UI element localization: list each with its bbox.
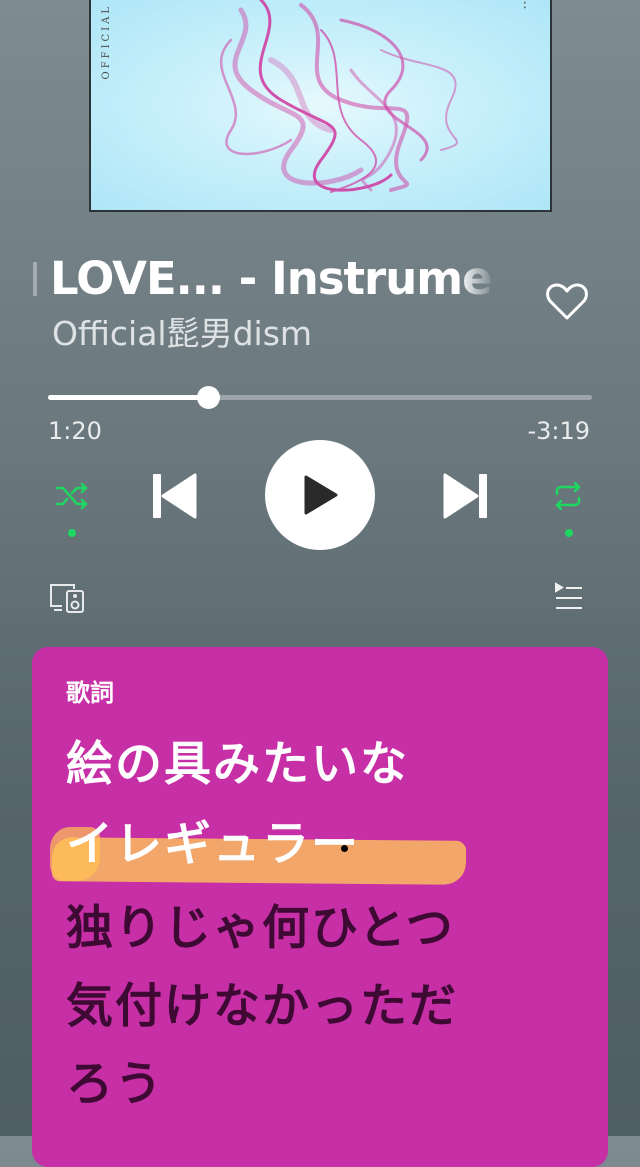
skip-next-icon [443,473,487,519]
devices-button[interactable] [48,582,86,614]
lyrics-heading: 歌詞 [66,679,114,707]
repeat-icon [555,482,581,510]
album-art: OFFICIAL ⋮ [89,0,552,212]
lyrics-card[interactable]: 歌詞 絵の具みたいな イレギュラー 独りじゃ何ひとつ 気付けなかっただ ろう [32,647,608,1167]
heart-icon [546,283,588,320]
remaining-time: -3:19 [527,417,590,445]
smoke-artwork [219,0,458,193]
devices-icon [50,584,84,613]
like-button[interactable] [545,281,589,321]
artist-name[interactable]: Official髭男dism [52,314,312,354]
title-row: LOVE... - Instrumental [0,250,640,310]
play-button[interactable] [265,440,375,550]
shuffle-icon [55,482,88,510]
progress-knob[interactable] [197,386,221,409]
repeat-active-dot [565,529,573,537]
lyric-line-current[interactable]: イレギュラー [66,815,360,875]
queue-icon [555,582,582,609]
lyric-line[interactable]: 独りじゃ何ひとつ [66,899,455,959]
shuffle-active-dot [68,529,76,537]
progress-bar[interactable] [48,386,592,409]
play-icon [304,475,338,515]
queue-button[interactable] [554,582,584,612]
previous-button[interactable] [148,468,200,524]
repeat-button[interactable] [546,476,590,516]
shuffle-button[interactable] [50,476,94,516]
skip-previous-icon [153,473,197,519]
lyric-line[interactable]: 絵の具みたいな [66,735,409,795]
progress-fill [48,395,209,400]
elapsed-time: 1:20 [48,417,102,445]
song-title[interactable]: LOVE... - Instrumental [50,250,495,310]
lyric-line[interactable]: ろう [66,1055,164,1115]
title-scroll-edge [33,262,37,296]
next-button[interactable] [440,468,492,524]
lyric-line[interactable]: 気付けなかっただ [66,977,458,1037]
pointer-dot [341,845,348,852]
